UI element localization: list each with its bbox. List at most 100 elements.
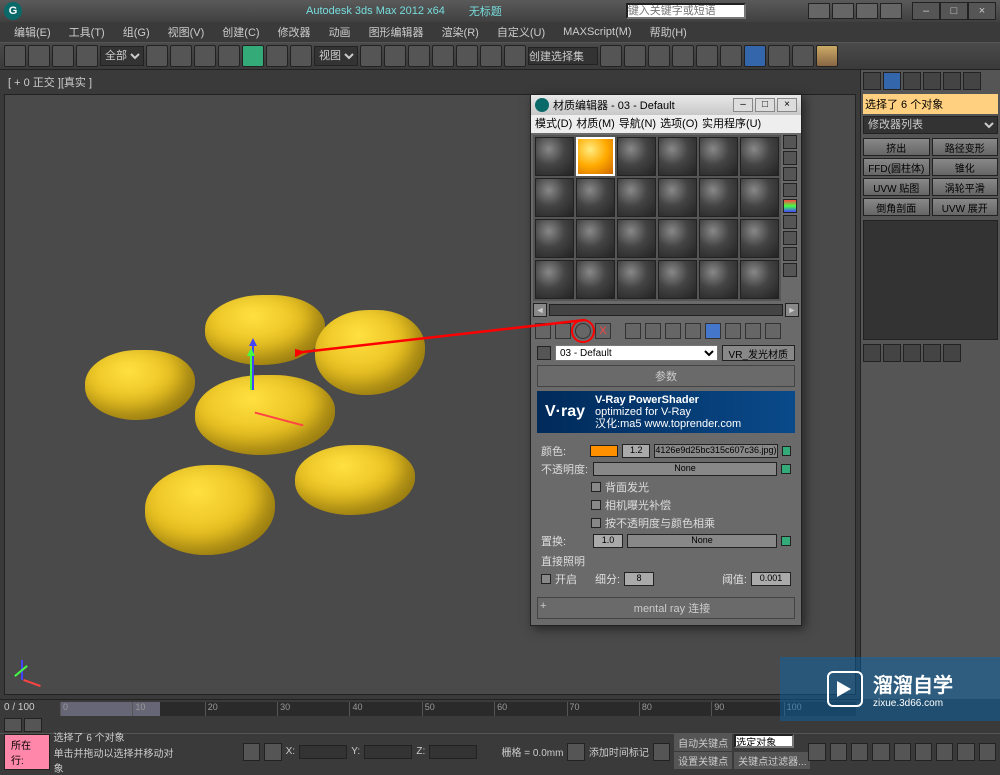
material-slot[interactable] bbox=[535, 219, 574, 258]
menu-views[interactable]: 视图(V) bbox=[160, 22, 213, 42]
scene-object[interactable] bbox=[85, 350, 195, 420]
tab-motion-icon[interactable] bbox=[923, 72, 941, 90]
material-slot[interactable] bbox=[535, 137, 574, 176]
background-icon[interactable] bbox=[783, 167, 797, 181]
show-end-icon[interactable] bbox=[883, 344, 901, 362]
time-tag-icon[interactable] bbox=[567, 743, 584, 761]
coord-z-input[interactable] bbox=[429, 745, 477, 759]
key-icon[interactable] bbox=[653, 743, 670, 761]
menu-maxscript[interactable]: MAXScript(M) bbox=[555, 24, 639, 40]
material-slot-scrollbar[interactable]: ◄ ► bbox=[533, 303, 799, 317]
minimize-button[interactable]: – bbox=[912, 2, 940, 20]
keymode-dropdown[interactable] bbox=[734, 734, 794, 748]
material-editor-icon[interactable] bbox=[744, 45, 766, 67]
mat-menu-mode[interactable]: 模式(D) bbox=[535, 115, 572, 133]
maximize-button[interactable]: □ bbox=[940, 2, 968, 20]
menu-help[interactable]: 帮助(H) bbox=[642, 22, 695, 42]
modifier-uvwunwrap-button[interactable]: UVW 展开 bbox=[932, 198, 999, 216]
menu-customize[interactable]: 自定义(U) bbox=[489, 22, 553, 42]
select-icon[interactable] bbox=[146, 45, 168, 67]
window-crossing-icon[interactable] bbox=[218, 45, 240, 67]
ref-coord-dropdown[interactable]: 视图 bbox=[314, 46, 358, 66]
material-slot[interactable] bbox=[699, 137, 738, 176]
pick-material-icon[interactable] bbox=[537, 346, 551, 360]
keymode-icon[interactable] bbox=[408, 45, 430, 67]
param-subdiv-spinner[interactable]: 8 bbox=[624, 572, 654, 586]
align-icon[interactable] bbox=[624, 45, 646, 67]
param-opacity-map-button[interactable]: None bbox=[593, 462, 777, 476]
modifier-ffdcyl-button[interactable]: FFD(圆柱体) bbox=[863, 158, 930, 176]
tab-modify-icon[interactable] bbox=[883, 72, 901, 90]
put-to-library-icon[interactable] bbox=[665, 323, 681, 339]
param-cutoff-spinner[interactable]: 0.001 bbox=[751, 572, 791, 586]
video-check-icon[interactable] bbox=[783, 199, 797, 213]
material-slot[interactable] bbox=[699, 260, 738, 299]
mat-menu-options[interactable]: 选项(O) bbox=[660, 115, 698, 133]
rollout-mentalray-header[interactable]: + mental ray 连接 bbox=[537, 597, 795, 619]
rollout-expand-icon[interactable]: + bbox=[540, 600, 552, 616]
put-to-scene-icon[interactable] bbox=[555, 323, 571, 339]
modifier-uvwmap-button[interactable]: UVW 贴图 bbox=[863, 178, 930, 196]
mat-menu-util[interactable]: 实用程序(U) bbox=[702, 115, 761, 133]
isolate-icon[interactable] bbox=[264, 743, 281, 761]
material-slot[interactable] bbox=[740, 178, 779, 217]
autokey-button[interactable]: 自动关键点 bbox=[674, 734, 732, 751]
scroll-track[interactable] bbox=[549, 304, 783, 316]
configure-icon[interactable] bbox=[943, 344, 961, 362]
param-camexp-checkbox[interactable] bbox=[591, 500, 601, 510]
pivot-icon[interactable] bbox=[360, 45, 382, 67]
material-slot[interactable] bbox=[576, 260, 615, 299]
viewport-nav-icon[interactable] bbox=[915, 743, 932, 761]
select-by-mat-icon[interactable] bbox=[783, 247, 797, 261]
material-slot[interactable] bbox=[740, 219, 779, 258]
timeline-back-icon[interactable] bbox=[4, 718, 22, 732]
spinner-snap-icon[interactable] bbox=[504, 45, 526, 67]
material-slot[interactable] bbox=[658, 219, 697, 258]
scale-icon[interactable] bbox=[290, 45, 312, 67]
material-editor-window[interactable]: 材质编辑器 - 03 - Default – □ × 模式(D) 材质(M) 导… bbox=[530, 94, 802, 626]
selection-filter-dropdown[interactable]: 全部 bbox=[100, 46, 144, 66]
material-slot[interactable] bbox=[658, 260, 697, 299]
material-slot[interactable] bbox=[535, 178, 574, 217]
param-on-checkbox[interactable] bbox=[541, 574, 551, 584]
angle-snap-icon[interactable] bbox=[456, 45, 478, 67]
reset-map-icon[interactable]: X bbox=[595, 323, 611, 339]
material-editor-titlebar[interactable]: 材质编辑器 - 03 - Default – □ × bbox=[531, 95, 801, 115]
param-displace-map-toggle[interactable] bbox=[781, 536, 791, 546]
param-color-swatch[interactable] bbox=[590, 445, 618, 457]
viewport-nav-icon[interactable] bbox=[957, 743, 974, 761]
options-icon[interactable] bbox=[783, 231, 797, 245]
material-slot[interactable] bbox=[576, 219, 615, 258]
mat-minimize-button[interactable]: – bbox=[733, 98, 753, 112]
go-sibling-icon[interactable] bbox=[765, 323, 781, 339]
scroll-left-icon[interactable]: ◄ bbox=[533, 303, 547, 317]
infocenter-icon[interactable] bbox=[808, 3, 830, 19]
param-multopa-checkbox[interactable] bbox=[591, 518, 601, 528]
scroll-right-icon[interactable]: ► bbox=[785, 303, 799, 317]
link-icon[interactable] bbox=[52, 45, 74, 67]
scene-object[interactable] bbox=[295, 445, 415, 515]
play-prev-icon[interactable] bbox=[830, 743, 847, 761]
render-setup-icon[interactable] bbox=[768, 45, 790, 67]
percent-snap-icon[interactable] bbox=[480, 45, 502, 67]
show-end-result-icon[interactable] bbox=[725, 323, 741, 339]
scene-object[interactable] bbox=[205, 295, 325, 365]
tab-hierarchy-icon[interactable] bbox=[903, 72, 921, 90]
scene-object[interactable] bbox=[315, 310, 425, 395]
menu-edit[interactable]: 编辑(E) bbox=[6, 22, 59, 42]
time-tag-label[interactable]: 添加时间标记 bbox=[589, 744, 649, 759]
setkey-button[interactable]: 设置关键点 bbox=[674, 752, 732, 769]
redo-icon[interactable] bbox=[28, 45, 50, 67]
material-slot[interactable] bbox=[740, 260, 779, 299]
modifier-list-dropdown[interactable]: 修改器列表 bbox=[863, 116, 998, 134]
help-search-input[interactable] bbox=[626, 3, 746, 19]
material-id-icon[interactable] bbox=[685, 323, 701, 339]
remove-mod-icon[interactable] bbox=[923, 344, 941, 362]
coord-y-input[interactable] bbox=[364, 745, 412, 759]
play-start-icon[interactable] bbox=[808, 743, 825, 761]
make-preview-icon[interactable] bbox=[783, 215, 797, 229]
show-map-icon[interactable] bbox=[705, 323, 721, 339]
menu-animation[interactable]: 动画 bbox=[321, 22, 359, 42]
graphite-icon[interactable] bbox=[672, 45, 694, 67]
param-opacity-map-toggle[interactable] bbox=[781, 464, 791, 474]
